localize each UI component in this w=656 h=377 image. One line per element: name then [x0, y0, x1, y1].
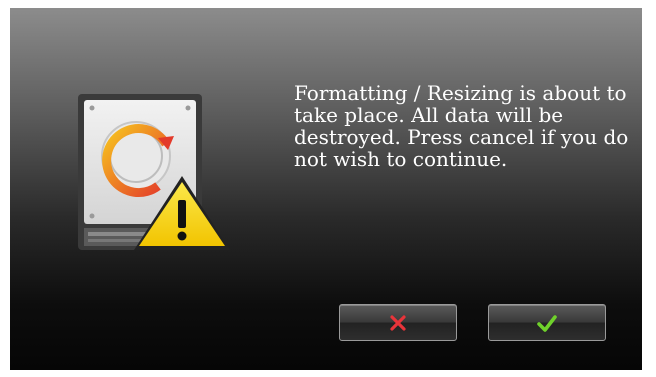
- checkmark-icon: [537, 314, 557, 332]
- warning-message: Formatting / Resizing is about to take p…: [294, 81, 629, 171]
- hard-drive-warning-icon: [70, 92, 236, 258]
- confirm-button[interactable]: [488, 304, 606, 341]
- cancel-button[interactable]: [339, 304, 457, 341]
- cross-icon: [390, 314, 406, 331]
- format-warning-dialog: Formatting / Resizing is about to take p…: [10, 8, 642, 370]
